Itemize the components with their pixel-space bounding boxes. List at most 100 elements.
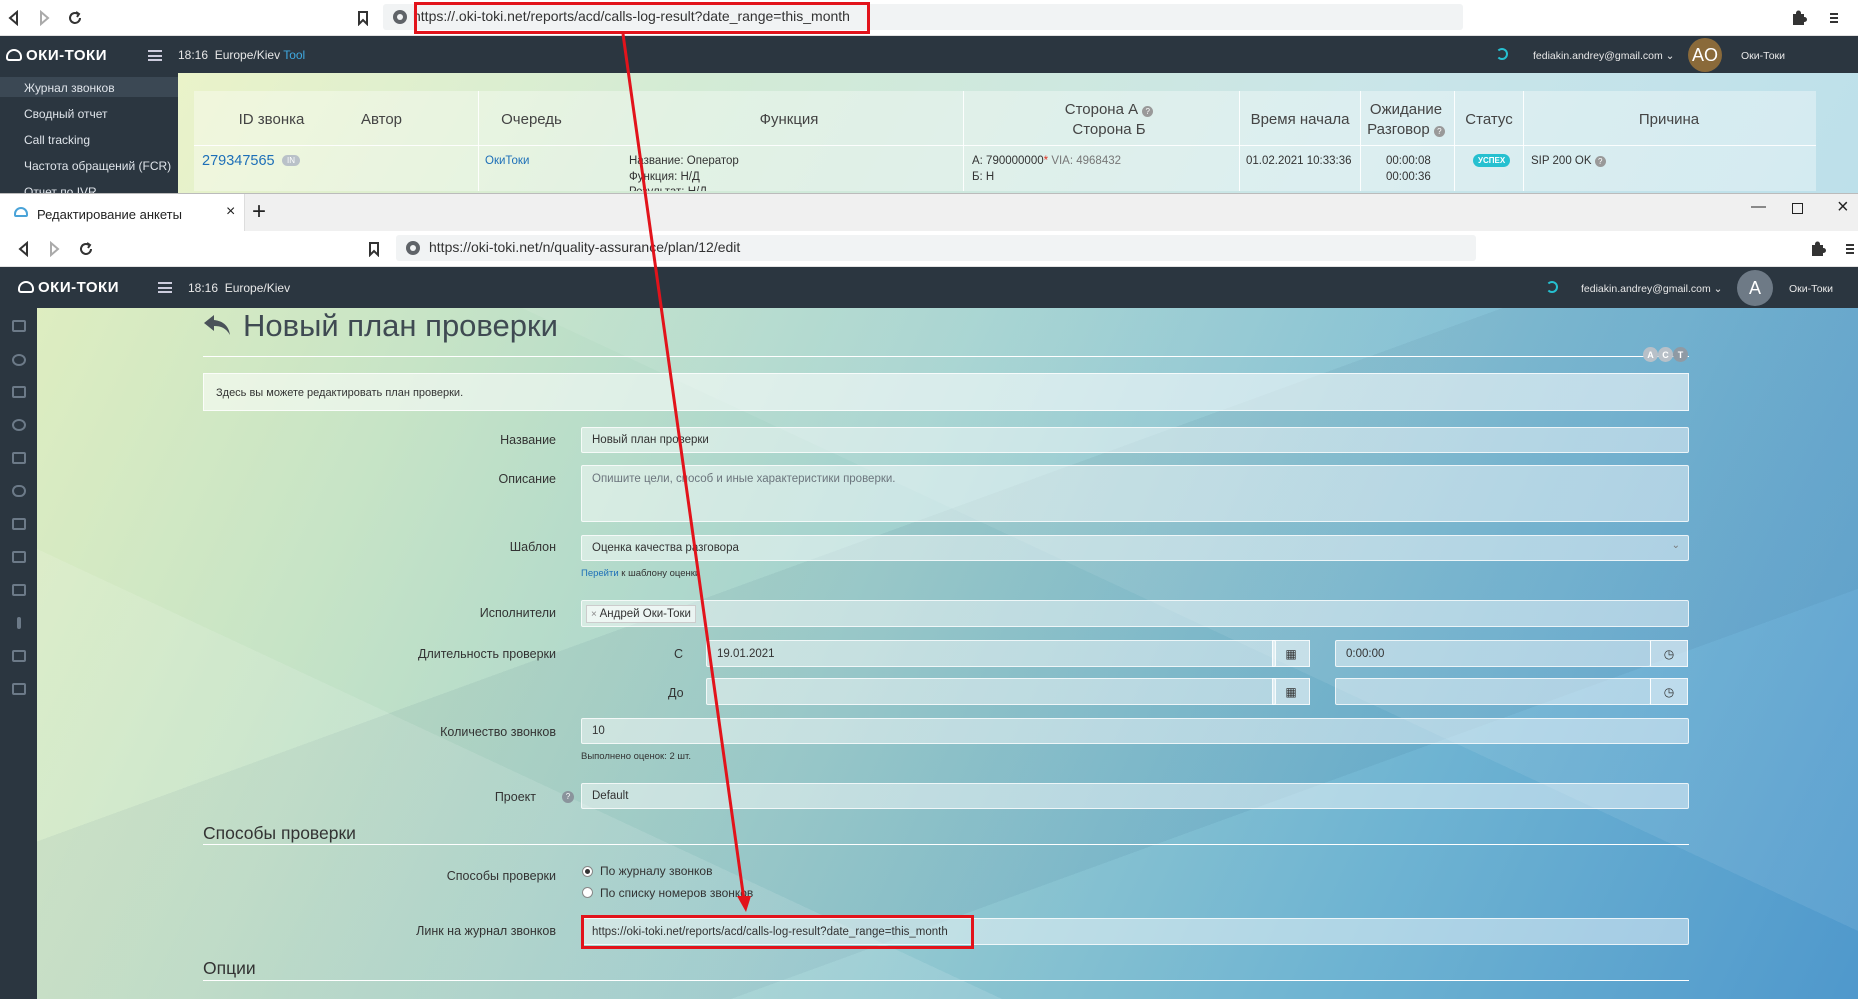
bar-chart-icon[interactable] [12, 518, 26, 530]
list-icon[interactable] [12, 320, 26, 332]
window-close-icon[interactable]: × [1837, 196, 1849, 219]
calendar-icon[interactable]: ▦ [1272, 640, 1310, 667]
bottom-burger-icon[interactable] [158, 282, 172, 293]
th-status[interactable]: Статус [1456, 111, 1522, 128]
executors-input[interactable]: × Андрей Оки-Токи [581, 600, 1689, 627]
th-start-time[interactable]: Время начала [1241, 111, 1359, 128]
reload-icon-2[interactable] [74, 237, 98, 261]
minimize-icon[interactable]: — [1751, 198, 1766, 215]
top-tool-link[interactable]: Tool [283, 48, 305, 62]
reload-icon[interactable] [63, 6, 87, 30]
top-tz: Europe/Kiev [214, 48, 281, 62]
remove-tag-icon[interactable]: × [591, 609, 600, 620]
th-side-a[interactable]: Сторона А ? [1034, 101, 1184, 118]
to-date-input[interactable] [706, 678, 1276, 705]
back-arrow-icon[interactable] [203, 313, 231, 337]
description-label: Описание [498, 472, 556, 486]
sidebar-item-fcr[interactable]: Частота обращений (FCR) [24, 159, 171, 173]
clock-icon[interactable] [12, 354, 26, 366]
bottom-logo[interactable]: ОКИ-ТОКИ [18, 279, 119, 296]
forward-icon-2[interactable] [42, 237, 66, 261]
reason-value: SIP 200 OK ? [1531, 155, 1606, 167]
help-icon[interactable]: ? [562, 791, 574, 803]
extensions-icon-2[interactable] [1806, 237, 1830, 261]
title-divider [203, 356, 1689, 357]
clock-icon-from[interactable]: ◷ [1650, 640, 1688, 667]
extensions-icon[interactable] [1787, 6, 1811, 30]
th-reason[interactable]: Причина [1594, 111, 1744, 128]
sidebar-item-calls-log[interactable]: Журнал звонков [24, 81, 115, 95]
options-divider [203, 980, 1689, 981]
count-input[interactable]: 10 [581, 718, 1689, 744]
back-icon[interactable] [2, 6, 26, 30]
maximize-icon[interactable] [1792, 203, 1803, 214]
card-icon[interactable] [12, 584, 26, 596]
forward-icon[interactable] [32, 6, 56, 30]
bookmark-icon[interactable] [351, 6, 375, 30]
th-wait[interactable]: Ожидание [1361, 101, 1451, 118]
icon-sidebar [0, 308, 37, 999]
side-a-number: А: 790000000 [972, 155, 1044, 167]
sidebar-item-summary[interactable]: Сводный отчет [24, 107, 108, 121]
top-sync-icon[interactable] [1496, 48, 1508, 60]
method-numbers-label[interactable]: По списку номеров звонков [600, 886, 753, 900]
methods-label: Способы проверки [446, 869, 556, 883]
queue-link[interactable]: ОкиТоки [485, 155, 529, 167]
cogs-icon[interactable] [12, 419, 26, 431]
top-avatar[interactable]: AO [1688, 38, 1722, 72]
sidebar-item-call-tracking[interactable]: Call tracking [24, 133, 90, 147]
url-highlight-box [414, 2, 870, 34]
th-call-id[interactable]: ID звонка [224, 111, 319, 128]
bottom-user-email[interactable]: fediakin.andrey@gmail.com ⌄ [1581, 283, 1722, 295]
th-queue[interactable]: Очередь [484, 111, 579, 128]
top-user-email[interactable]: fediakin.andrey@gmail.com ⌄ [1533, 50, 1674, 62]
bottom-company: Оки-Токи [1789, 283, 1834, 295]
name-input[interactable]: Новый план проверки [581, 427, 1689, 453]
th-talk[interactable]: Разговор ? [1361, 121, 1451, 138]
back-icon-2[interactable] [12, 237, 36, 261]
line-chart-icon[interactable] [12, 650, 26, 662]
site-info-icon-2[interactable] [406, 241, 420, 255]
phone-icon[interactable] [12, 386, 26, 398]
toggle-icon[interactable] [12, 485, 26, 497]
from-date-input[interactable]: 19.01.2021 [706, 640, 1276, 667]
method-numbers-radio[interactable] [582, 887, 593, 898]
act-a-badge[interactable]: A [1643, 347, 1658, 362]
bottom-address-bar[interactable]: https://oki-toki.net/n/quality-assurance… [396, 235, 1476, 261]
top-burger-icon[interactable] [148, 50, 162, 61]
th-author[interactable]: Автор [334, 111, 429, 128]
bottom-sync-icon[interactable] [1546, 281, 1558, 293]
site-info-icon[interactable] [393, 10, 407, 24]
project-input[interactable]: Default [581, 783, 1689, 809]
description-textarea[interactable]: Опишите цели, способ и иные характеристи… [581, 465, 1689, 522]
top-logo[interactable]: ОКИ-ТОКИ [6, 47, 107, 64]
template-link[interactable]: Перейти [581, 568, 619, 579]
call-id-link[interactable]: 279347565 [202, 153, 275, 169]
from-time-input[interactable]: 0:00:00 [1335, 640, 1651, 667]
exclamation-icon[interactable] [17, 617, 21, 629]
th-side-b[interactable]: Сторона Б [1034, 121, 1184, 138]
menu-icon-2[interactable] [1838, 237, 1858, 261]
count-hint: Выполнено оценок: 2 шт. [581, 751, 691, 762]
bottom-avatar[interactable]: A [1737, 270, 1773, 306]
wrench-icon[interactable] [12, 551, 26, 563]
direction-badge: IN [282, 155, 300, 166]
table-icon[interactable] [12, 683, 26, 695]
calendar-icon-to[interactable]: ▦ [1272, 678, 1310, 705]
template-select[interactable]: Оценка качества разговора ⌄ [581, 535, 1689, 561]
side-a-value: А: 790000000* VIA: 4968432 [972, 155, 1121, 167]
from-label: С [674, 647, 684, 661]
to-time-input[interactable] [1335, 678, 1651, 705]
clock-icon-to[interactable]: ◷ [1650, 678, 1688, 705]
menu-icon[interactable] [1822, 6, 1846, 30]
tab-edit-form[interactable]: Редактирование анкеты × [0, 194, 245, 232]
grid-icon[interactable] [12, 452, 26, 464]
th-function[interactable]: Функция [734, 111, 844, 128]
tab-close-icon[interactable]: × [226, 203, 235, 221]
bookmark-icon-2[interactable] [362, 237, 386, 261]
new-tab-icon[interactable]: + [252, 198, 266, 226]
act-c-badge[interactable]: C [1658, 347, 1673, 362]
act-t-badge[interactable]: T [1673, 347, 1688, 362]
method-journal-label[interactable]: По журналу звонков [600, 864, 712, 878]
method-journal-radio[interactable] [582, 866, 593, 877]
